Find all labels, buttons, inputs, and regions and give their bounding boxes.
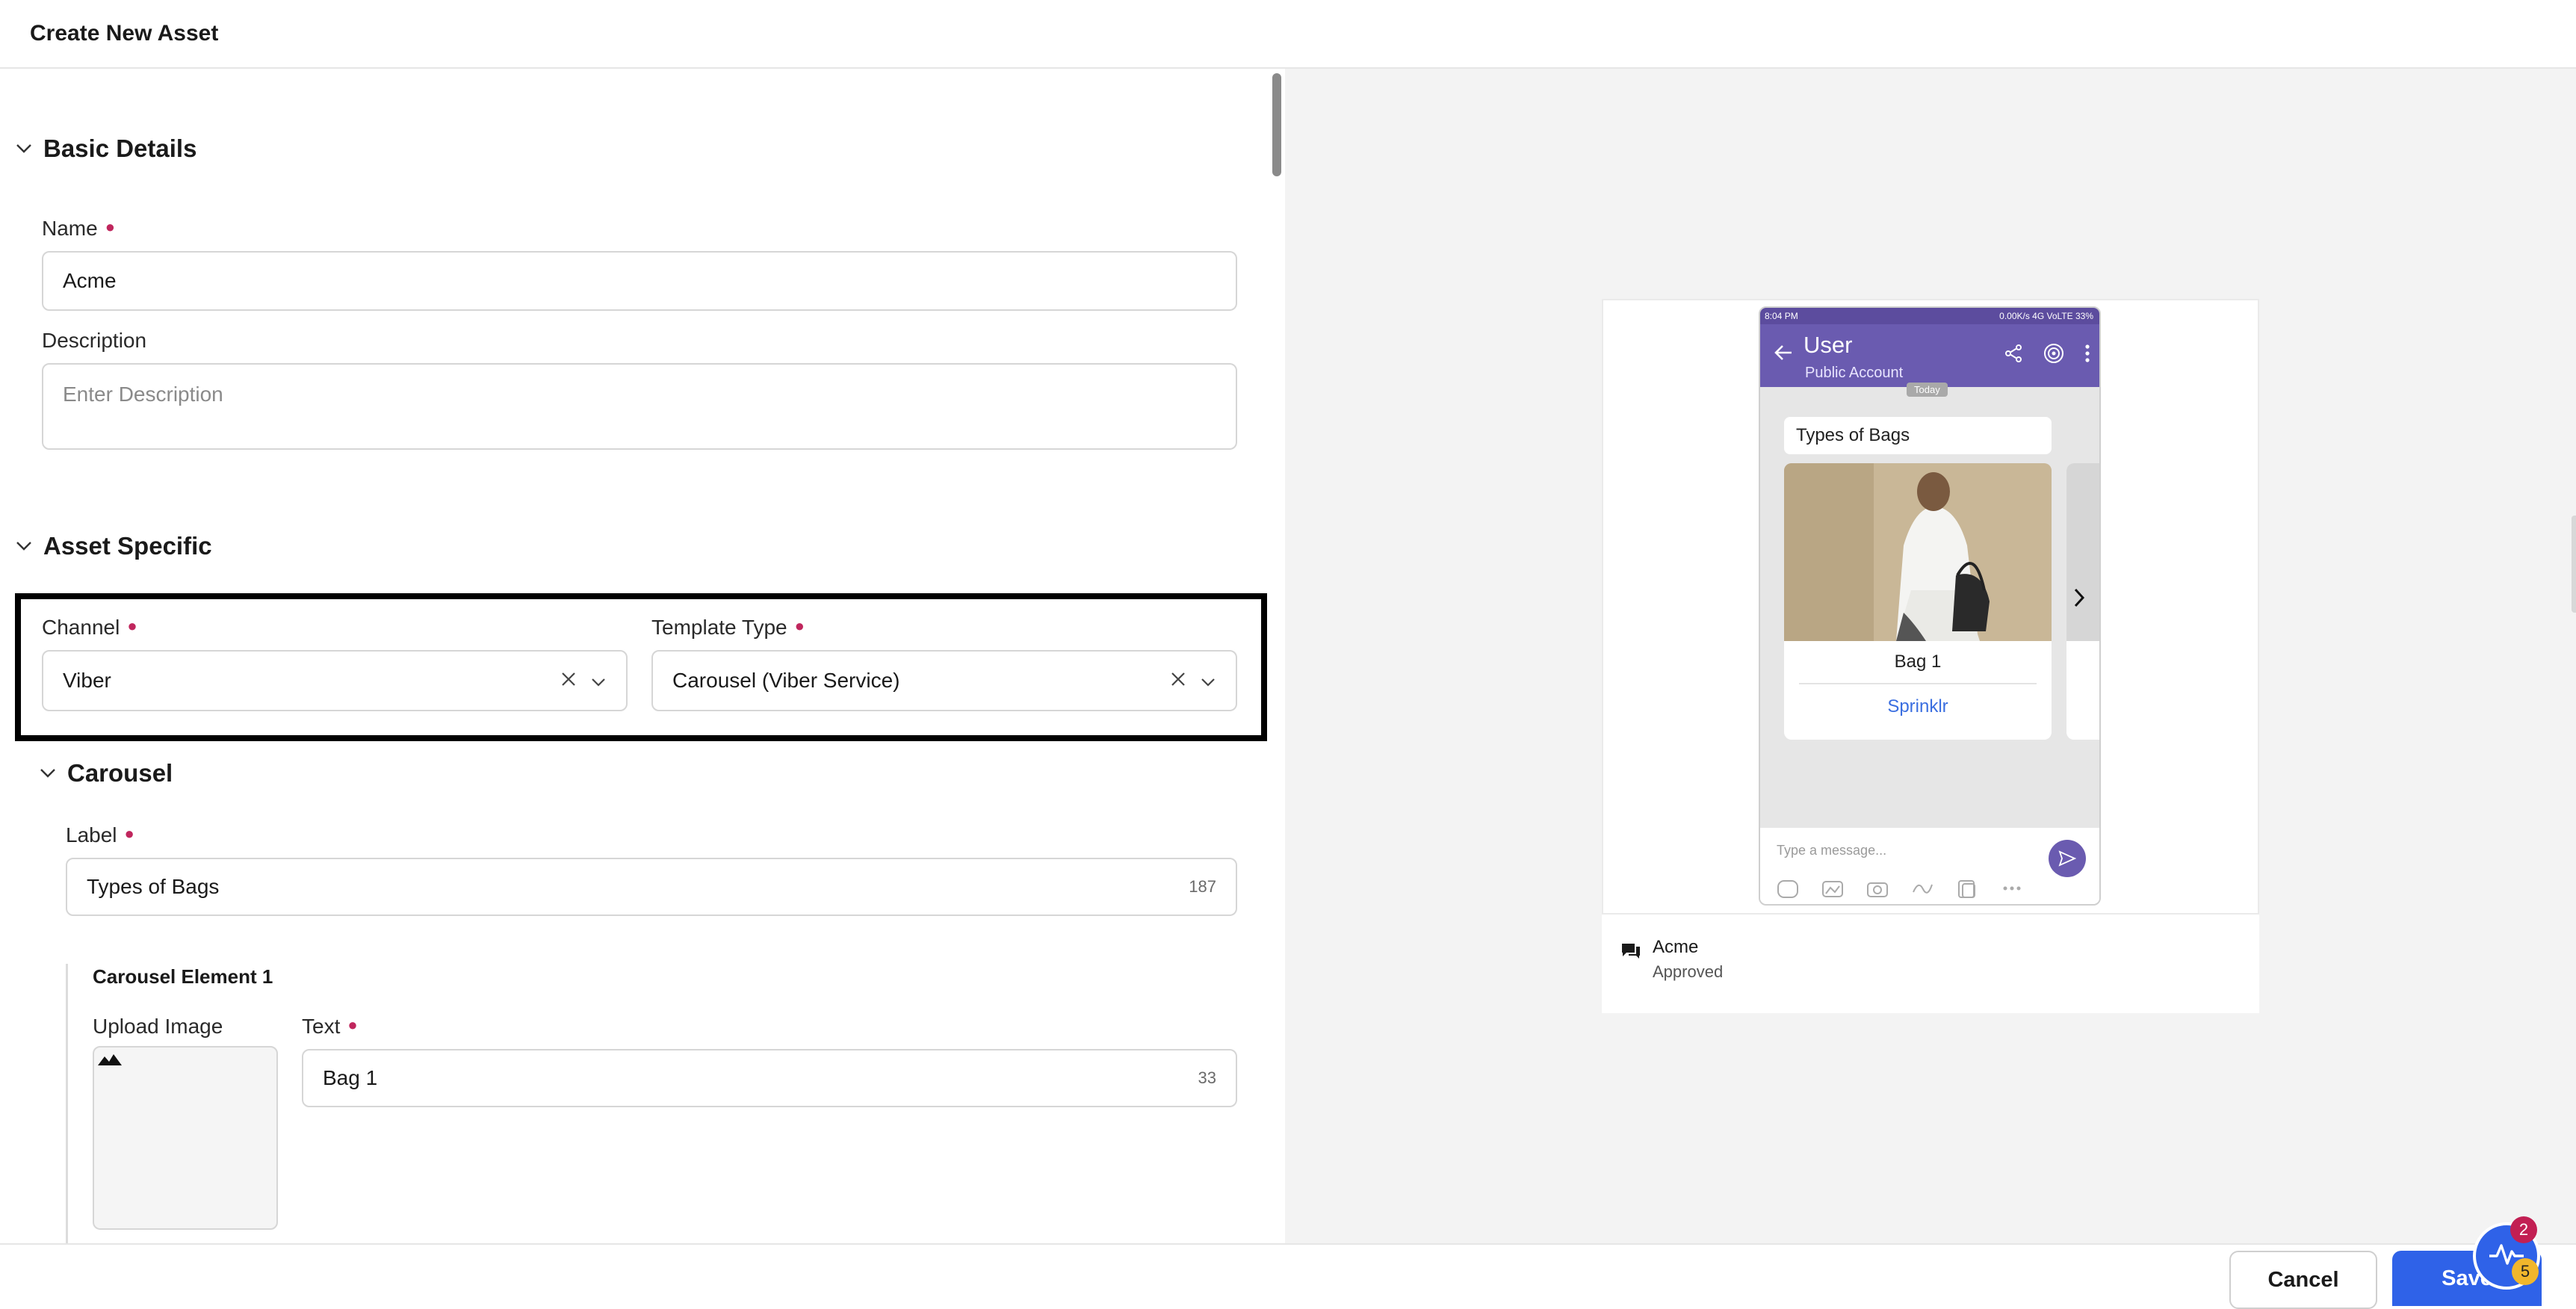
carousel-label-value: Types of Bags — [87, 875, 220, 898]
send-icon — [2049, 840, 2086, 877]
carousel-card-title: Bag 1 — [1894, 652, 1942, 672]
template-type-label: Template Type ● — [651, 616, 805, 639]
pending-badge: 5 — [2512, 1258, 2539, 1285]
share-icon — [2004, 344, 2023, 367]
carousel-card-button: Sprinklr — [1887, 696, 1948, 717]
form-scrollbar[interactable] — [1272, 73, 1281, 176]
element-text-input[interactable]: Bag 1 33 — [302, 1049, 1237, 1107]
required-dot: ● — [124, 824, 134, 843]
description-input[interactable]: Enter Description — [42, 363, 1237, 450]
chat-user-subtitle: Public Account — [1805, 365, 1904, 381]
carousel-label-bubble: Types of Bags — [1784, 417, 2052, 454]
required-dot: ● — [127, 616, 137, 635]
chevron-down-icon[interactable] — [590, 669, 607, 693]
clear-icon[interactable] — [1170, 669, 1186, 693]
phone-preview: 8:04 PM 0.00K/s 4G VoLTE 33% User Public… — [1759, 306, 2101, 906]
chat-bubble-icon — [1620, 940, 1642, 966]
section-title: Basic Details — [43, 134, 197, 162]
doodle-icon — [1910, 877, 1935, 903]
image-icon — [97, 1052, 123, 1071]
carousel-card: Bag 1 Sprinklr — [1784, 463, 2052, 740]
element-text-value: Bag 1 — [323, 1066, 378, 1089]
carousel-card-image — [1784, 463, 2052, 641]
date-divider: Today — [1907, 383, 1948, 397]
name-label: Name ● — [42, 217, 115, 240]
required-dot: ● — [347, 1015, 358, 1034]
camera-icon — [1865, 877, 1890, 903]
name-input[interactable]: Acme — [42, 251, 1237, 311]
upload-image-label: Upload Image — [93, 1015, 223, 1038]
character-counter: 187 — [1189, 877, 1216, 896]
cancel-button[interactable]: Cancel — [2229, 1251, 2377, 1309]
footer-bar — [0, 1243, 2576, 1306]
asset-status: Approved — [1653, 962, 1724, 981]
clear-icon[interactable] — [560, 669, 577, 693]
carousel-label-label: Label ● — [66, 823, 134, 847]
viber-rings-icon — [2043, 342, 2065, 368]
character-counter: 33 — [1198, 1068, 1216, 1087]
notification-badge: 2 — [2510, 1216, 2537, 1243]
gif-icon — [1954, 877, 1980, 903]
top-bar: Create New Asset — [0, 0, 2576, 69]
side-drawer-handle[interactable] — [2572, 516, 2576, 613]
required-dot: ● — [105, 217, 115, 236]
gallery-icon — [1820, 877, 1845, 903]
template-type-select[interactable]: Carousel (Viber Service) — [651, 650, 1237, 711]
status-time: 8:04 PM — [1765, 311, 1798, 321]
required-dot: ● — [794, 616, 805, 635]
asset-name: Acme — [1653, 937, 1699, 957]
chevron-down-icon — [10, 533, 37, 560]
description-label: Description — [42, 329, 147, 352]
section-carousel[interactable]: Carousel — [34, 759, 173, 787]
carousel-card-image — [2066, 463, 2099, 641]
carousel-element-rail — [66, 964, 68, 1243]
composer-placeholder: Type a message... — [1777, 843, 1887, 858]
element-text-label: Text ● — [302, 1015, 358, 1038]
carousel-element-title: Carousel Element 1 — [93, 965, 273, 988]
asset-status-row: Acme Approved — [1602, 913, 2259, 1013]
page-title: Create New Asset — [30, 21, 219, 46]
chevron-down-icon — [34, 760, 61, 787]
channel-value: Viber — [63, 669, 111, 692]
message-composer: Type a message... — [1760, 828, 2099, 904]
chevron-down-icon — [10, 135, 37, 162]
section-title: Carousel — [67, 759, 173, 787]
chevron-down-icon[interactable] — [1200, 669, 1216, 693]
section-asset-specific[interactable]: Asset Specific — [10, 532, 212, 560]
chat-user-name: User — [1803, 332, 1853, 358]
template-type-value: Carousel (Viber Service) — [672, 669, 900, 692]
section-basic-details[interactable]: Basic Details — [10, 134, 196, 163]
viber-app-bar: User Public Account — [1760, 324, 2099, 387]
carousel-label-input[interactable]: Types of Bags 187 — [66, 858, 1237, 916]
sticker-icon — [1775, 877, 1801, 903]
more-horizontal-icon — [1999, 877, 2025, 903]
status-indicators: 0.00K/s 4G VoLTE 33% — [1999, 311, 2093, 321]
name-value: Acme — [63, 269, 117, 292]
more-vertical-icon — [2084, 344, 2090, 367]
upload-image-dropzone[interactable] — [93, 1046, 278, 1230]
section-title: Asset Specific — [43, 532, 212, 560]
phone-status-bar: 8:04 PM 0.00K/s 4G VoLTE 33% — [1760, 308, 2099, 324]
card-divider — [1799, 683, 2037, 684]
back-arrow-icon — [1774, 344, 1793, 365]
channel-select[interactable]: Viber — [42, 650, 628, 711]
channel-label: Channel ● — [42, 616, 137, 639]
chevron-right-icon — [2072, 587, 2086, 612]
description-placeholder: Enter Description — [63, 383, 223, 406]
